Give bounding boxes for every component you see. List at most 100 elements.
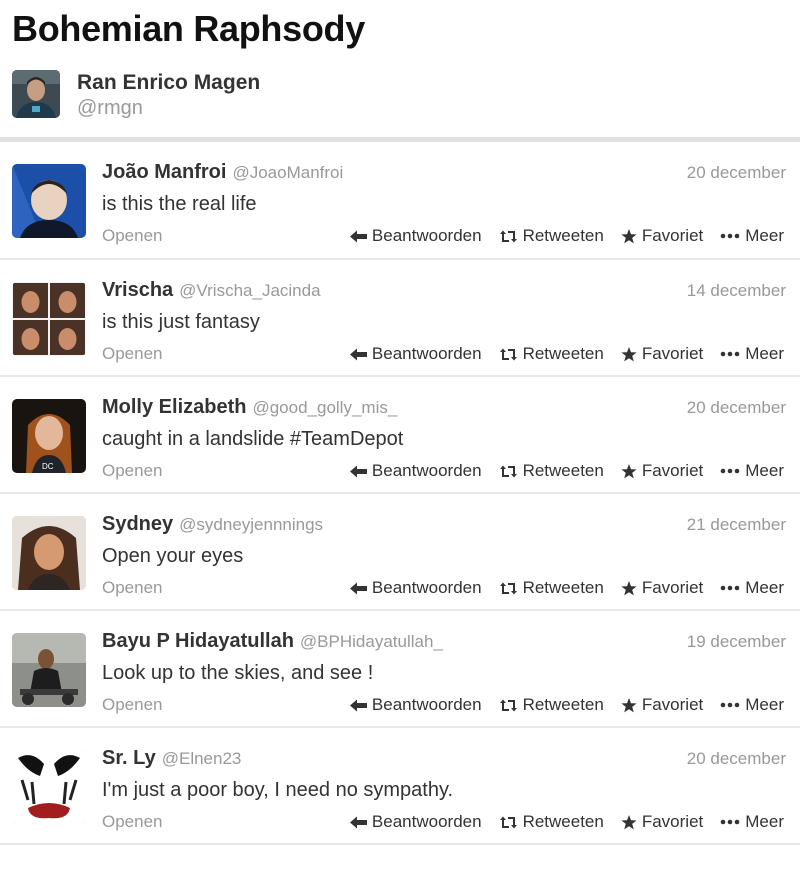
tweet-date[interactable]: 21 december bbox=[687, 515, 786, 535]
star-icon bbox=[621, 463, 637, 478]
author-name[interactable]: Molly Elizabeth bbox=[102, 396, 246, 419]
more-label: Meer bbox=[745, 344, 784, 363]
tweet[interactable]: DC Molly Elizabeth @good_golly_mis_ 20 d… bbox=[0, 377, 800, 494]
tweet-actions: Openen Beantwoorden Retweeten Favoriet M… bbox=[102, 812, 784, 832]
reply-action[interactable]: Beantwoorden bbox=[349, 461, 482, 481]
more-label: Meer bbox=[745, 578, 784, 597]
more-action[interactable]: Meer bbox=[720, 695, 784, 715]
reply-label: Beantwoorden bbox=[371, 226, 482, 245]
tweet-avatar[interactable] bbox=[12, 164, 86, 238]
tweet[interactable]: Sydney @sydneyjennnings 21 december Open… bbox=[0, 494, 800, 611]
tweet[interactable]: Vrischa @Vrischa_Jacinda 14 december is … bbox=[0, 260, 800, 377]
more-action[interactable]: Meer bbox=[720, 226, 784, 246]
more-action[interactable]: Meer bbox=[720, 461, 784, 481]
author-name[interactable]: Bayu P Hidayatullah bbox=[102, 630, 294, 653]
star-icon bbox=[621, 580, 637, 595]
tweet-avatar[interactable]: DC bbox=[12, 399, 86, 473]
open-link[interactable]: Openen bbox=[102, 812, 163, 832]
more-label: Meer bbox=[745, 226, 784, 245]
tweet-date[interactable]: 20 december bbox=[687, 749, 786, 769]
tweet-text: is this the real life bbox=[102, 193, 257, 215]
tweet-date[interactable]: 19 december bbox=[687, 632, 786, 652]
open-link[interactable]: Openen bbox=[102, 461, 163, 481]
author-handle[interactable]: @BPHidayatullah_ bbox=[300, 632, 443, 652]
tweet-text: Open your eyes bbox=[102, 545, 244, 567]
reply-label: Beantwoorden bbox=[371, 578, 482, 597]
open-link[interactable]: Openen bbox=[102, 578, 163, 598]
more-label: Meer bbox=[745, 812, 784, 831]
reply-action[interactable]: Beantwoorden bbox=[349, 695, 482, 715]
reply-arrow-icon bbox=[349, 582, 367, 594]
author-name[interactable]: João Manfroi bbox=[102, 161, 226, 184]
star-icon bbox=[621, 814, 637, 829]
tweet-avatar[interactable] bbox=[12, 750, 86, 824]
retweet-icon bbox=[499, 465, 517, 477]
tweet[interactable]: João Manfroi @JoaoManfroi 20 december is… bbox=[0, 142, 800, 260]
retweet-label: Retweeten bbox=[522, 344, 604, 363]
tweet-list: João Manfroi @JoaoManfroi 20 december is… bbox=[0, 142, 800, 845]
tweet[interactable]: Sr. Ly @Elnen23 20 december I'm just a p… bbox=[0, 728, 800, 845]
favorite-action[interactable]: Favoriet bbox=[621, 812, 703, 832]
favorite-label: Favoriet bbox=[641, 461, 704, 480]
favorite-action[interactable]: Favoriet bbox=[621, 344, 703, 364]
reply-action[interactable]: Beantwoorden bbox=[349, 344, 482, 364]
reply-label: Beantwoorden bbox=[371, 695, 482, 714]
list-owner[interactable]: Ran Enrico Magen @rmgn bbox=[12, 70, 260, 120]
more-label: Meer bbox=[745, 461, 784, 480]
reply-action[interactable]: Beantwoorden bbox=[349, 812, 482, 832]
reply-arrow-icon bbox=[349, 699, 367, 711]
favorite-action[interactable]: Favoriet bbox=[621, 578, 703, 598]
author-handle[interactable]: @good_golly_mis_ bbox=[252, 398, 397, 418]
favorite-action[interactable]: Favoriet bbox=[621, 461, 703, 481]
retweet-action[interactable]: Retweeten bbox=[499, 578, 604, 598]
more-dots-icon bbox=[720, 351, 740, 357]
author-handle[interactable]: @Elnen23 bbox=[162, 749, 242, 769]
favorite-action[interactable]: Favoriet bbox=[621, 226, 703, 246]
author-handle[interactable]: @sydneyjennnings bbox=[179, 515, 323, 535]
author-name[interactable]: Vrischa bbox=[102, 279, 173, 302]
author-name[interactable]: Sr. Ly bbox=[102, 747, 156, 770]
reply-arrow-icon bbox=[349, 816, 367, 828]
favorite-label: Favoriet bbox=[641, 578, 704, 597]
retweet-action[interactable]: Retweeten bbox=[499, 344, 604, 364]
retweet-action[interactable]: Retweeten bbox=[499, 695, 604, 715]
open-link[interactable]: Openen bbox=[102, 695, 163, 715]
tweet-date[interactable]: 20 december bbox=[687, 398, 786, 418]
retweet-icon bbox=[499, 230, 517, 242]
favorite-action[interactable]: Favoriet bbox=[621, 695, 703, 715]
tweet[interactable]: Bayu P Hidayatullah @BPHidayatullah_ 19 … bbox=[0, 611, 800, 728]
more-action[interactable]: Meer bbox=[720, 812, 784, 832]
open-link[interactable]: Openen bbox=[102, 226, 163, 246]
reply-label: Beantwoorden bbox=[371, 812, 482, 831]
open-link[interactable]: Openen bbox=[102, 344, 163, 364]
tweet-text: caught in a landslide #TeamDepot bbox=[102, 428, 404, 450]
tweet-date[interactable]: 20 december bbox=[687, 163, 786, 183]
tweet-avatar[interactable] bbox=[12, 633, 86, 707]
tweet-actions: Openen Beantwoorden Retweeten Favoriet M… bbox=[102, 344, 784, 364]
star-icon bbox=[621, 697, 637, 712]
tweet-date[interactable]: 14 december bbox=[687, 281, 786, 301]
more-dots-icon bbox=[720, 819, 740, 825]
author-name[interactable]: Sydney bbox=[102, 513, 173, 536]
reply-action[interactable]: Beantwoorden bbox=[349, 226, 482, 246]
more-dots-icon bbox=[720, 233, 740, 239]
owner-handle: @rmgn bbox=[77, 97, 143, 119]
svg-text:DC: DC bbox=[42, 462, 54, 471]
retweet-action[interactable]: Retweeten bbox=[499, 461, 604, 481]
more-action[interactable]: Meer bbox=[720, 578, 784, 598]
star-icon bbox=[621, 228, 637, 243]
retweet-icon bbox=[499, 816, 517, 828]
reply-arrow-icon bbox=[349, 230, 367, 242]
reply-action[interactable]: Beantwoorden bbox=[349, 578, 482, 598]
tweet-text: I'm just a poor boy, I need no sympathy. bbox=[102, 779, 454, 801]
author-handle[interactable]: @Vrischa_Jacinda bbox=[179, 281, 320, 301]
more-action[interactable]: Meer bbox=[720, 344, 784, 364]
owner-name[interactable]: Ran Enrico Magen bbox=[77, 70, 260, 96]
tweet-avatar[interactable] bbox=[12, 282, 86, 356]
owner-avatar[interactable] bbox=[12, 70, 60, 118]
author-handle[interactable]: @JoaoManfroi bbox=[232, 163, 343, 183]
tweet-avatar[interactable] bbox=[12, 516, 86, 590]
retweet-action[interactable]: Retweeten bbox=[499, 226, 604, 246]
retweet-label: Retweeten bbox=[522, 461, 604, 480]
retweet-action[interactable]: Retweeten bbox=[499, 812, 604, 832]
